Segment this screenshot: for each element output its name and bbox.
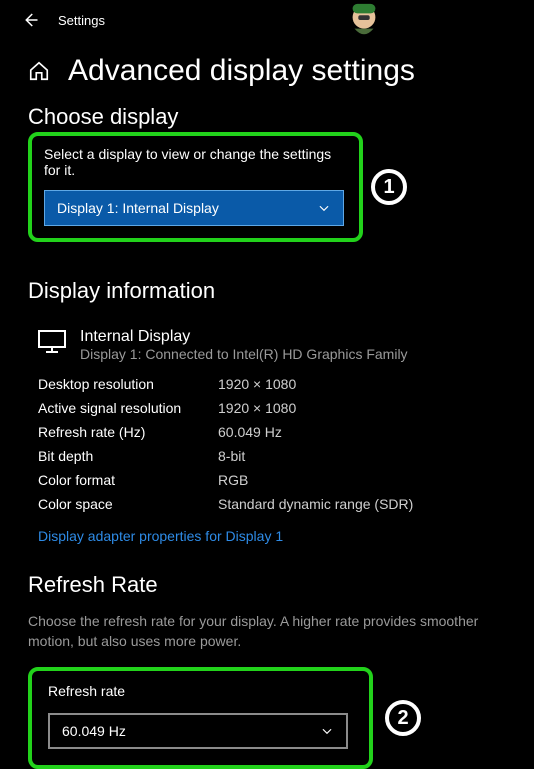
spec-table: Desktop resolution1920 × 1080 Active sig…: [38, 376, 506, 512]
home-icon[interactable]: [28, 60, 50, 82]
spec-row: Desktop resolution1920 × 1080: [38, 376, 506, 392]
display-name: Internal Display: [80, 328, 408, 346]
choose-display-help: Select a display to view or change the s…: [44, 146, 347, 178]
back-arrow-icon: [21, 11, 39, 29]
display-select-dropdown[interactable]: Display 1: Internal Display: [44, 190, 344, 226]
spec-value: 60.049 Hz: [218, 424, 282, 440]
refresh-rate-field-label: Refresh rate: [48, 683, 353, 699]
chevron-down-icon: [317, 201, 331, 215]
display-select-value: Display 1: Internal Display: [57, 200, 219, 216]
spec-label: Color format: [38, 472, 218, 488]
spec-row: Color formatRGB: [38, 472, 506, 488]
monitor-icon: [38, 330, 66, 354]
avatar: [345, 2, 383, 40]
display-info-row: Internal Display Display 1: Connected to…: [38, 328, 506, 362]
spec-row: Bit depth8-bit: [38, 448, 506, 464]
chevron-down-icon: [320, 724, 334, 738]
highlight-box-1: Select a display to view or change the s…: [28, 132, 363, 242]
spec-label: Color space: [38, 496, 218, 512]
choose-display-heading: Choose display: [28, 104, 506, 130]
refresh-rate-heading: Refresh Rate: [28, 572, 506, 598]
spec-label: Refresh rate (Hz): [38, 424, 218, 440]
refresh-rate-value: 60.049 Hz: [62, 723, 126, 739]
display-connection: Display 1: Connected to Intel(R) HD Grap…: [80, 346, 408, 362]
back-button[interactable]: [20, 10, 40, 30]
spec-row: Color spaceStandard dynamic range (SDR): [38, 496, 506, 512]
adapter-properties-link[interactable]: Display adapter properties for Display 1: [38, 528, 283, 544]
spec-row: Refresh rate (Hz)60.049 Hz: [38, 424, 506, 440]
spec-value: RGB: [218, 472, 248, 488]
spec-label: Desktop resolution: [38, 376, 218, 392]
spec-value: 1920 × 1080: [218, 400, 296, 416]
highlight-box-2: Refresh rate 60.049 Hz 2: [28, 667, 373, 769]
page-heading-row: Advanced display settings: [28, 54, 506, 88]
titlebar: Settings: [0, 0, 534, 40]
refresh-rate-help: Choose the refresh rate for your display…: [28, 612, 498, 651]
spec-row: Active signal resolution1920 × 1080: [38, 400, 506, 416]
spec-label: Bit depth: [38, 448, 218, 464]
page-title: Advanced display settings: [68, 54, 415, 88]
refresh-rate-dropdown[interactable]: 60.049 Hz: [48, 713, 348, 749]
spec-value: 8-bit: [218, 448, 245, 464]
titlebar-title: Settings: [58, 13, 105, 28]
display-info-heading: Display information: [28, 278, 506, 304]
spec-value: 1920 × 1080: [218, 376, 296, 392]
annotation-badge-1: 1: [371, 169, 407, 205]
spec-label: Active signal resolution: [38, 400, 218, 416]
spec-value: Standard dynamic range (SDR): [218, 496, 413, 512]
annotation-badge-2: 2: [385, 700, 421, 736]
